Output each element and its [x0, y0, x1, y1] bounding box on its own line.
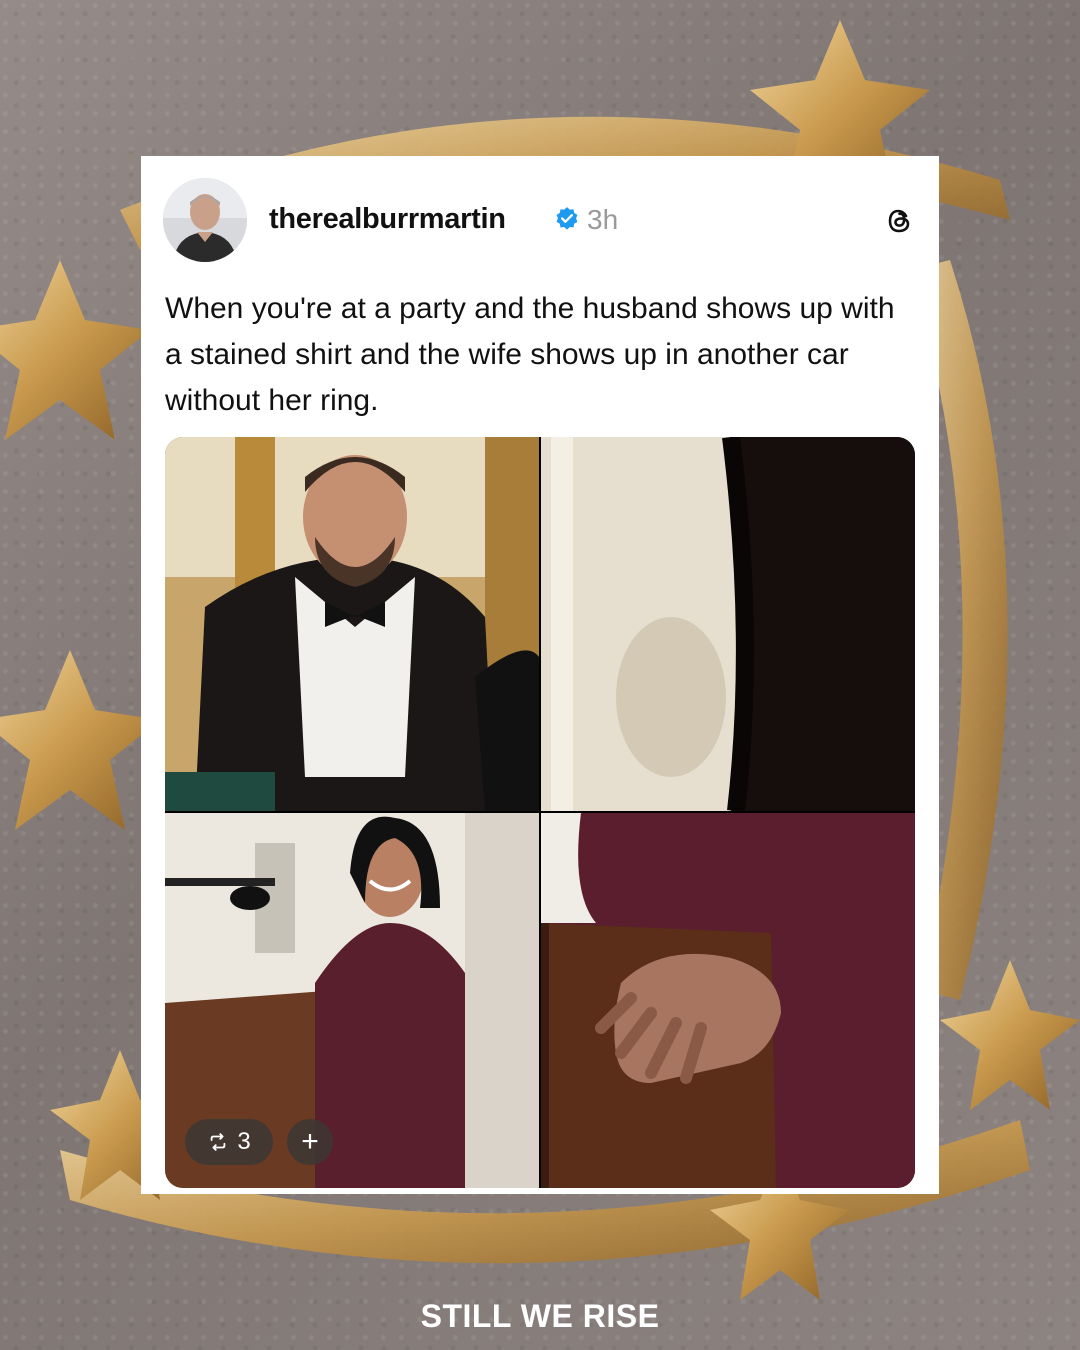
repost-count-button[interactable]: 3: [185, 1119, 273, 1165]
photo-man-in-tuxedo-image: [165, 437, 539, 811]
threads-post-card: therealburrmartin 3h When you're at a pa…: [141, 156, 939, 1194]
photo-man-in-tuxedo[interactable]: [165, 437, 539, 811]
photo-shirt-closeup-image: [541, 437, 915, 811]
repost-icon: [210, 1133, 226, 1151]
plus-button[interactable]: +: [287, 1119, 333, 1165]
avatar[interactable]: [163, 178, 247, 262]
verified-badge-icon: [556, 207, 578, 230]
post-text: When you're at a party and the husband s…: [165, 292, 895, 417]
username[interactable]: therealburrmartin: [269, 203, 506, 236]
brand-watermark: STILL WE RISE: [420, 1298, 660, 1334]
photo-hand-on-podium[interactable]: [541, 813, 915, 1188]
post-timestamp: 3h: [587, 204, 619, 235]
repost-count: 3: [237, 1128, 251, 1155]
avatar-image: [163, 178, 247, 262]
photo-hand-on-podium-image: [541, 813, 915, 1188]
photo-shirt-closeup[interactable]: [541, 437, 915, 811]
threads-logo-icon[interactable]: [885, 206, 915, 236]
image-grid[interactable]: 3 +: [165, 437, 915, 1188]
